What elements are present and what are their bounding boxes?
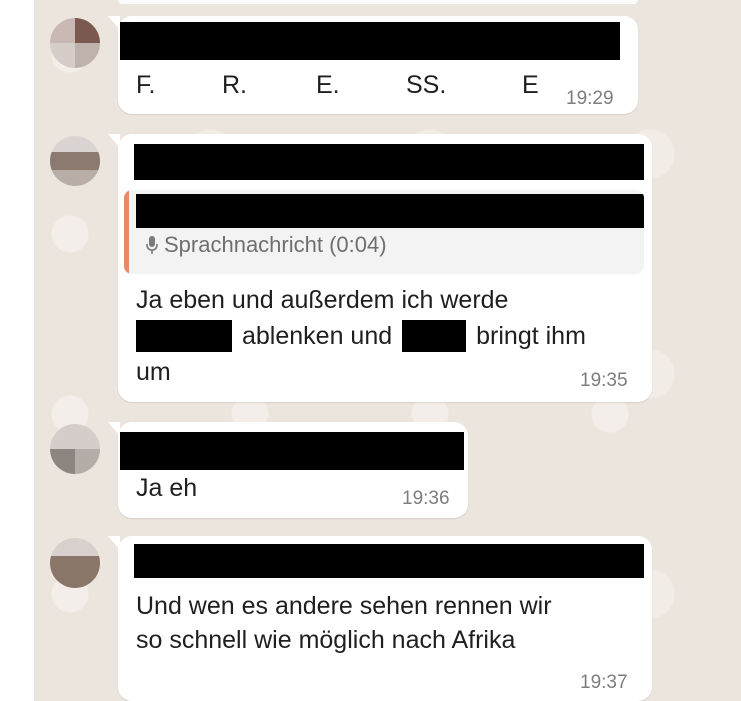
message-timestamp: 19:36 — [402, 488, 450, 509]
message-letter: E — [522, 71, 539, 99]
redacted-sender-name — [120, 432, 464, 470]
message-text-fragment: bringt ihm — [476, 321, 586, 350]
message-letter: SS. — [406, 71, 447, 99]
message-text-line: Ja eben und außerdem ich werde — [136, 286, 509, 314]
message-text-line: so schnell wie möglich nach Afrika — [136, 626, 516, 654]
quoted-reply[interactable]: Sprachnachricht (0:04) — [124, 190, 644, 274]
redacted-sender-name — [134, 544, 644, 578]
avatar[interactable] — [50, 424, 100, 474]
quote-accent-bar — [124, 190, 129, 274]
message-bubble[interactable]: Und wen es andere sehen rennen wir so sc… — [108, 536, 652, 701]
message-text-line: Und wen es andere sehen rennen wir — [136, 592, 552, 620]
message-text-fragment: ablenken und — [242, 321, 393, 350]
bubble-tail — [108, 422, 120, 436]
redacted-quoted-name — [136, 194, 644, 228]
message-letter: R. — [222, 71, 247, 99]
message-letter: E. — [316, 71, 340, 99]
avatar[interactable] — [50, 538, 100, 588]
avatar[interactable] — [50, 136, 100, 186]
redacted-sender-name — [134, 144, 644, 180]
redacted-name — [402, 320, 467, 352]
message-bubble[interactable]: Sprachnachricht (0:04) Ja eben und außer… — [108, 134, 652, 402]
message-text-line: ablenken und bringt ihm — [136, 318, 586, 354]
redacted-name — [136, 320, 232, 352]
bubble-tail — [108, 536, 120, 550]
message-bubble[interactable]: Ja eh 19:36 — [108, 422, 468, 518]
message-text-line: um — [136, 358, 171, 386]
microphone-icon — [146, 236, 158, 254]
voice-note-text: Sprachnachricht (0:04) — [164, 232, 387, 257]
previous-bubble-edge — [118, 0, 638, 4]
redacted-sender-name — [120, 22, 620, 60]
message-timestamp: 19:35 — [580, 370, 628, 391]
message-text: Ja eh — [136, 474, 198, 502]
message-bubble[interactable]: F. R. E. SS. E 19:29 — [108, 16, 638, 114]
message-letter: F. — [136, 71, 156, 99]
avatar[interactable] — [50, 18, 100, 68]
voice-note-label: Sprachnachricht (0:04) — [146, 232, 387, 258]
bubble-tail — [108, 16, 120, 30]
message-timestamp: 19:29 — [566, 88, 614, 109]
message-timestamp: 19:37 — [580, 672, 628, 693]
bubble-tail — [108, 134, 120, 148]
